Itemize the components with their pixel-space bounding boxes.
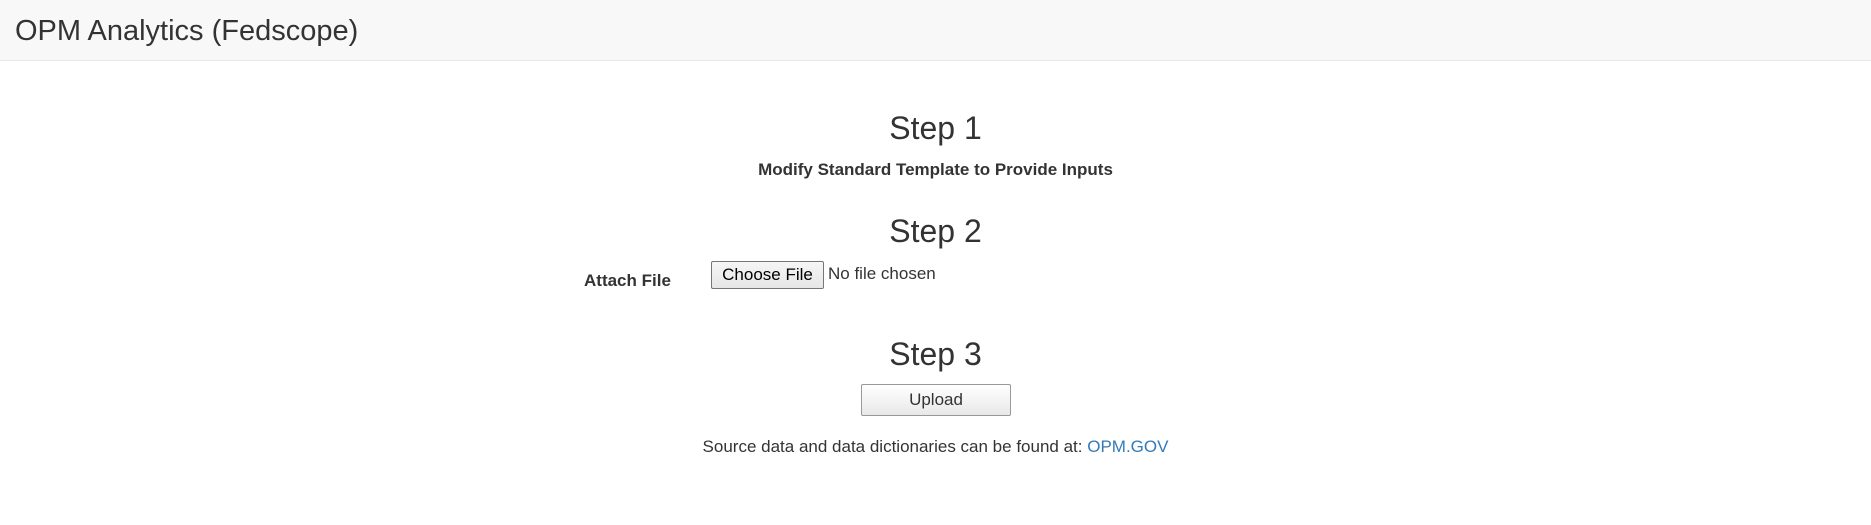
upload-button[interactable]: Upload (861, 384, 1011, 416)
attach-file-label: Attach File (584, 271, 671, 290)
file-status-text: No file chosen (828, 264, 936, 283)
step-1-description: Modify Standard Template to Provide Inpu… (758, 160, 1113, 179)
step-2-heading: Step 2 (889, 213, 982, 249)
step-3-heading: Step 3 (889, 336, 982, 372)
choose-file-button[interactable]: Choose File (711, 261, 824, 289)
source-info: Source data and data dictionaries can be… (0, 437, 1871, 457)
opm-gov-link[interactable]: OPM.GOV (1087, 437, 1168, 456)
step-1-heading: Step 1 (889, 110, 982, 146)
source-text: Source data and data dictionaries can be… (702, 437, 1088, 456)
top-navbar: OPM Analytics (Fedscope) (0, 0, 1871, 61)
navbar-brand[interactable]: OPM Analytics (Fedscope) (15, 14, 358, 48)
